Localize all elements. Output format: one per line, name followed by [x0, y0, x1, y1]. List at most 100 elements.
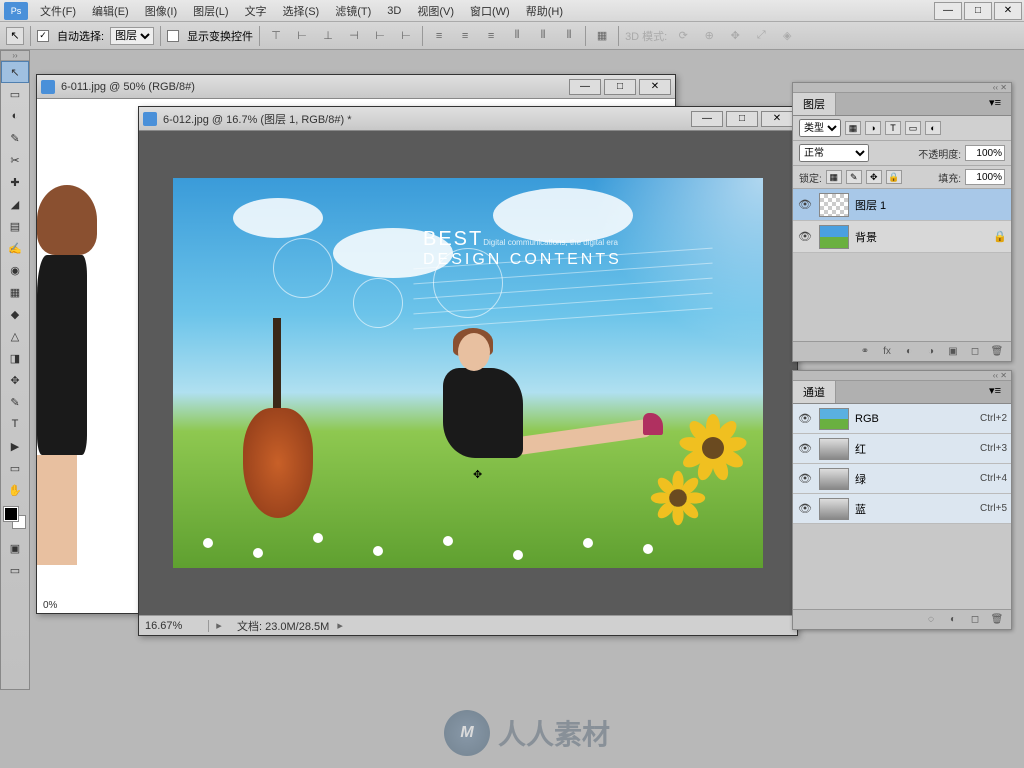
history-brush-tool[interactable]: ◉	[1, 259, 29, 281]
save-selection-icon[interactable]: ◐	[945, 613, 961, 627]
menu-layer[interactable]: 图层(L)	[185, 3, 236, 19]
channel-item[interactable]: 👁 红 Ctrl+3	[793, 434, 1011, 464]
filter-type-icon[interactable]: T	[885, 121, 901, 135]
brush-tool[interactable]: ▤	[1, 215, 29, 237]
stamp-tool[interactable]: ✍	[1, 237, 29, 259]
align-middle-icon[interactable]: ⊢	[292, 27, 312, 45]
auto-align-icon[interactable]: ▦	[592, 27, 612, 45]
filter-smart-icon[interactable]: ◐	[925, 121, 941, 135]
opacity-input[interactable]	[965, 145, 1005, 161]
menu-select[interactable]: 选择(S)	[275, 3, 328, 19]
minimize-button[interactable]: —	[934, 2, 962, 20]
dodge-tool[interactable]: ◨	[1, 347, 29, 369]
color-swatch[interactable]	[4, 507, 26, 531]
toolbox-expand-icon[interactable]: ››	[1, 51, 29, 61]
close-button[interactable]: ✕	[994, 2, 1022, 20]
distribute-vcenter-icon[interactable]: ≡	[455, 27, 475, 45]
gradient-tool[interactable]: ◆	[1, 303, 29, 325]
visibility-icon[interactable]: 👁	[797, 411, 813, 427]
maximize-button[interactable]: □	[964, 2, 992, 20]
panel-menu-icon[interactable]: ▾≡	[979, 381, 1011, 403]
layer-item[interactable]: 👁 图层 1	[793, 189, 1011, 221]
visibility-icon[interactable]: 👁	[797, 229, 813, 245]
lock-all-icon[interactable]: 🔒	[886, 170, 902, 184]
lock-pixels-icon[interactable]: ✎	[846, 170, 862, 184]
doc-maximize-button[interactable]: □	[604, 79, 636, 95]
layer-name[interactable]: 背景	[855, 229, 987, 245]
layer-name[interactable]: 图层 1	[855, 197, 1007, 213]
distribute-right-icon[interactable]: ⫴	[559, 27, 579, 45]
delete-layer-icon[interactable]: 🗑	[989, 345, 1005, 359]
type-tool[interactable]: ✎	[1, 391, 29, 413]
menu-image[interactable]: 图像(I)	[137, 3, 185, 19]
menu-type[interactable]: 文字	[237, 3, 275, 19]
info-dropdown-icon[interactable]: ▸	[337, 619, 351, 632]
lock-position-icon[interactable]: ✥	[866, 170, 882, 184]
channel-item[interactable]: 👁 RGB Ctrl+2	[793, 404, 1011, 434]
shape-tool[interactable]: ▶	[1, 435, 29, 457]
layer-thumbnail[interactable]	[819, 225, 849, 249]
move-tool[interactable]: ↖	[1, 61, 29, 83]
layer-group-icon[interactable]: ▣	[945, 345, 961, 359]
menu-edit[interactable]: 编辑(E)	[84, 3, 137, 19]
menu-file[interactable]: 文件(F)	[32, 3, 84, 19]
tab-channels[interactable]: 通道	[793, 381, 836, 403]
show-transform-checkbox[interactable]	[167, 30, 179, 42]
document-window-front[interactable]: 6-012.jpg @ 16.7% (图层 1, RGB/8#) * — □ ✕	[138, 106, 798, 636]
filter-pixel-icon[interactable]: ▦	[845, 121, 861, 135]
distribute-hcenter-icon[interactable]: ⫴	[533, 27, 553, 45]
panel-collapse-bar[interactable]: ‹‹ ✕	[793, 371, 1011, 381]
new-channel-icon[interactable]: ◻	[967, 613, 983, 627]
menu-help[interactable]: 帮助(H)	[518, 3, 571, 19]
align-left-icon[interactable]: ⊣	[344, 27, 364, 45]
fill-input[interactable]	[965, 169, 1005, 185]
menu-filter[interactable]: 滤镜(T)	[327, 3, 379, 19]
foreground-color[interactable]	[4, 507, 18, 521]
status-arrow-icon[interactable]: ▸	[209, 619, 229, 632]
panel-collapse-bar[interactable]: ‹‹ ✕	[793, 83, 1011, 93]
screen-mode-tool[interactable]: ▭	[1, 559, 29, 581]
align-right-icon[interactable]: ⊢	[396, 27, 416, 45]
blur-tool[interactable]: △	[1, 325, 29, 347]
adjustment-layer-icon[interactable]: ◑	[923, 345, 939, 359]
visibility-icon[interactable]: 👁	[797, 197, 813, 213]
doc-maximize-button[interactable]: □	[726, 111, 758, 127]
distribute-top-icon[interactable]: ≡	[429, 27, 449, 45]
visibility-icon[interactable]: 👁	[797, 471, 813, 487]
zoom-tool[interactable]: ✋	[1, 479, 29, 501]
lock-transparent-icon[interactable]: ▦	[826, 170, 842, 184]
zoom-field[interactable]: 16.67%	[139, 620, 209, 632]
visibility-icon[interactable]: 👁	[797, 441, 813, 457]
doc-minimize-button[interactable]: —	[569, 79, 601, 95]
panel-menu-icon[interactable]: ▾≡	[979, 93, 1011, 115]
quick-select-tool[interactable]: ✎	[1, 127, 29, 149]
filter-adjust-icon[interactable]: ◑	[865, 121, 881, 135]
doc-titlebar[interactable]: 6-012.jpg @ 16.7% (图层 1, RGB/8#) * — □ ✕	[139, 107, 797, 131]
load-selection-icon[interactable]: ◌	[923, 613, 939, 627]
healing-tool[interactable]: ◢	[1, 193, 29, 215]
canvas[interactable]: BESTDigital communications, the digital …	[173, 178, 763, 568]
menu-window[interactable]: 窗口(W)	[462, 3, 518, 19]
channel-item[interactable]: 👁 绿 Ctrl+4	[793, 464, 1011, 494]
lasso-tool[interactable]: ◐	[1, 105, 29, 127]
pen-tool[interactable]: ✥	[1, 369, 29, 391]
tab-layers[interactable]: 图层	[793, 93, 836, 115]
layer-mask-icon[interactable]: ◐	[901, 345, 917, 359]
document-info[interactable]: 文档: 23.0M/28.5M	[229, 618, 337, 634]
filter-shape-icon[interactable]: ▭	[905, 121, 921, 135]
auto-select-checkbox[interactable]: ✓	[37, 30, 49, 42]
distribute-left-icon[interactable]: ⫴	[507, 27, 527, 45]
menu-view[interactable]: 视图(V)	[409, 3, 462, 19]
link-layers-icon[interactable]: ⚭	[857, 345, 873, 359]
eyedropper-tool[interactable]: ✚	[1, 171, 29, 193]
delete-channel-icon[interactable]: 🗑	[989, 613, 1005, 627]
doc-titlebar[interactable]: 6-011.jpg @ 50% (RGB/8#) — □ ✕	[37, 75, 675, 99]
eraser-tool[interactable]: ▦	[1, 281, 29, 303]
align-center-icon[interactable]: ⊢	[370, 27, 390, 45]
layer-thumbnail[interactable]	[819, 193, 849, 217]
menu-3d[interactable]: 3D	[379, 5, 409, 17]
auto-select-target[interactable]: 图层	[110, 27, 154, 45]
distribute-bottom-icon[interactable]: ≡	[481, 27, 501, 45]
doc-close-button[interactable]: ✕	[761, 111, 793, 127]
marquee-tool[interactable]: ▭	[1, 83, 29, 105]
